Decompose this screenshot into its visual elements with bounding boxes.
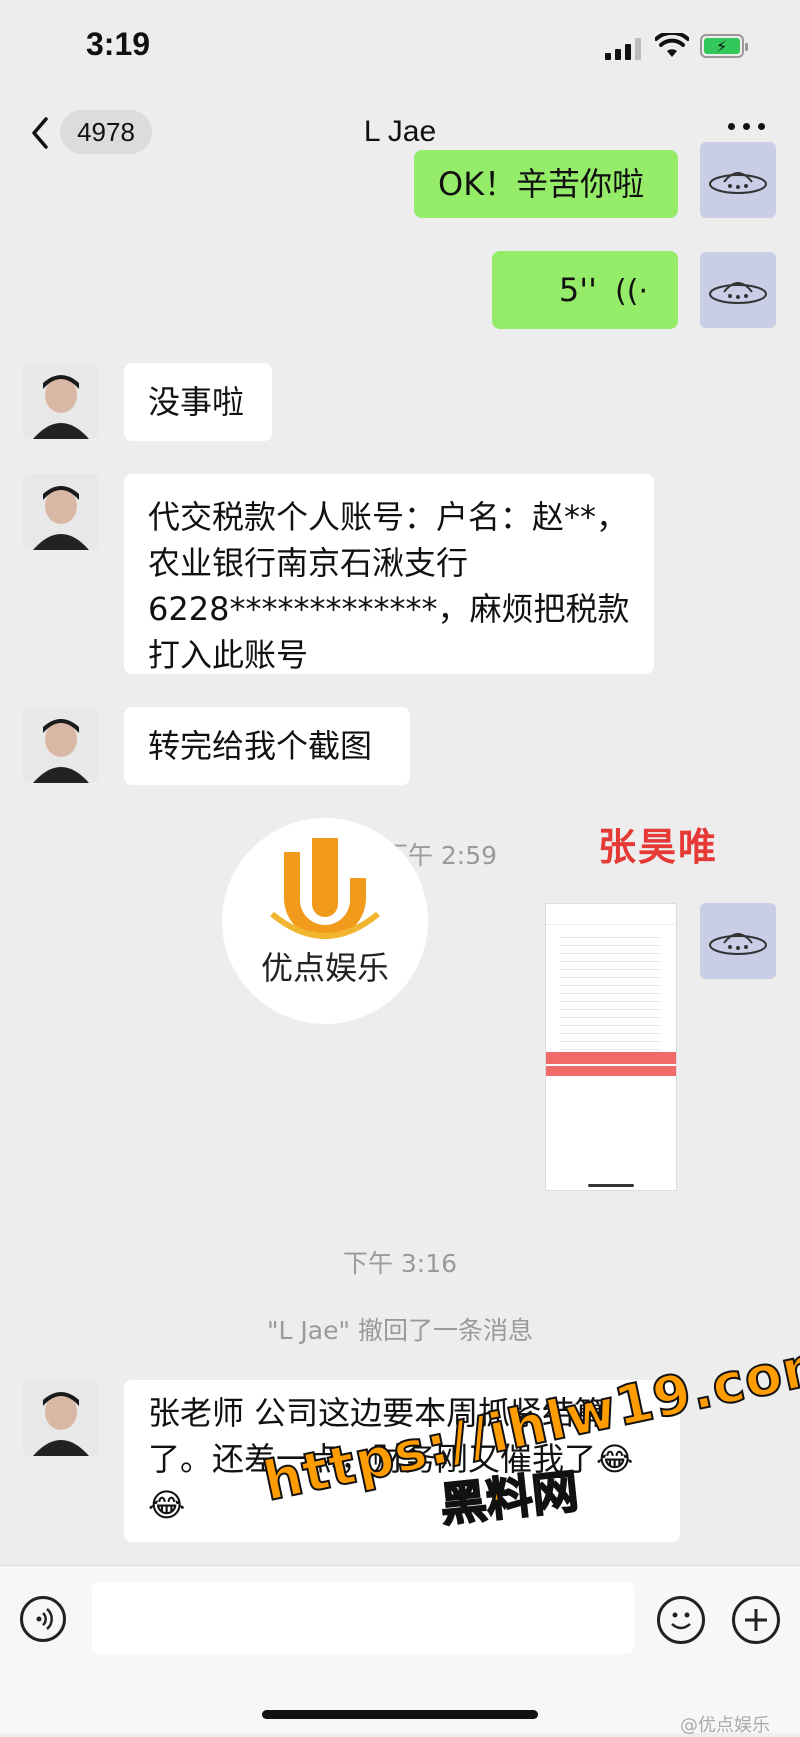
voice-wave-icon: ((· — [615, 274, 648, 309]
my-avatar[interactable] — [700, 903, 776, 979]
recall-notice: "L Jae" 撤回了一条消息 — [267, 1316, 533, 1345]
person-avatar-icon — [23, 363, 99, 439]
person-avatar-icon — [23, 474, 99, 550]
emoji-icon[interactable] — [657, 1596, 705, 1644]
message-text: 没事啦 — [148, 383, 245, 421]
my-avatar[interactable] — [700, 142, 776, 218]
source-credit: @优点娱乐 — [680, 1715, 770, 1736]
thumbnail-lines — [560, 930, 660, 1050]
message-text: 代交税款个人账号：户名：赵**，农业银行南京石湫支行 6228*********… — [148, 498, 630, 674]
person-avatar-icon — [23, 1380, 99, 1456]
received-text-bubble[interactable]: 没事啦 — [124, 363, 272, 441]
voice-duration: 5'' — [558, 271, 597, 309]
thumbnail-header — [546, 904, 676, 925]
my-avatar[interactable] — [700, 252, 776, 328]
message-input[interactable] — [92, 1582, 634, 1654]
logo-text: 优点娱乐 — [260, 949, 389, 987]
logo-mark-icon — [270, 838, 380, 939]
sent-voice-bubble[interactable]: 5'' ((· — [492, 251, 678, 329]
more-dots-icon[interactable] — [728, 123, 768, 139]
ufo-avatar-icon — [709, 282, 767, 304]
sent-text-bubble[interactable]: OK！辛苦你啦 — [414, 150, 678, 218]
contact-avatar[interactable] — [23, 707, 99, 783]
input-bar: @优点娱乐 — [0, 1565, 800, 1736]
battery-charging-icon: ⚡ — [700, 34, 748, 58]
chat-title: L Jae — [363, 115, 437, 148]
received-text-bubble[interactable]: 代交税款个人账号：户名：赵**，农业银行南京石湫支行 6228*********… — [124, 474, 654, 674]
plus-icon[interactable] — [732, 1596, 780, 1644]
contact-avatar[interactable] — [23, 474, 99, 550]
cellular-signal-icon — [605, 38, 643, 60]
voice-icon[interactable] — [20, 1596, 66, 1642]
status-time: 3:19 — [86, 26, 151, 62]
ufo-avatar-icon — [709, 172, 767, 194]
wifi-icon — [655, 33, 689, 57]
message-text: OK！辛苦你啦 — [438, 165, 645, 203]
overlay-red-name: 张昊唯 — [598, 825, 719, 869]
unread-count-badge[interactable]: 4978 — [60, 110, 152, 154]
thumbnail-red-bar — [546, 1066, 676, 1076]
status-bar: 3:19 ⚡ — [0, 0, 800, 95]
chevron-left-icon[interactable] — [26, 113, 56, 153]
timestamp: 下午 3:16 — [342, 1249, 458, 1278]
contact-avatar[interactable] — [23, 1380, 99, 1456]
ufo-avatar-icon — [709, 933, 767, 955]
received-text-bubble[interactable]: 转完给我个截图 — [124, 707, 410, 785]
home-indicator — [262, 1710, 538, 1719]
brand-logo: 优点娱乐 — [222, 818, 428, 1024]
sent-image-thumbnail[interactable] — [545, 903, 677, 1191]
message-text: 转完给我个截图 — [148, 727, 373, 765]
chat-header: 4978 L Jae — [0, 95, 800, 175]
person-avatar-icon — [23, 707, 99, 783]
thumbnail-red-bar — [546, 1052, 676, 1064]
contact-avatar[interactable] — [23, 363, 99, 439]
thumbnail-home-bar — [588, 1184, 634, 1187]
